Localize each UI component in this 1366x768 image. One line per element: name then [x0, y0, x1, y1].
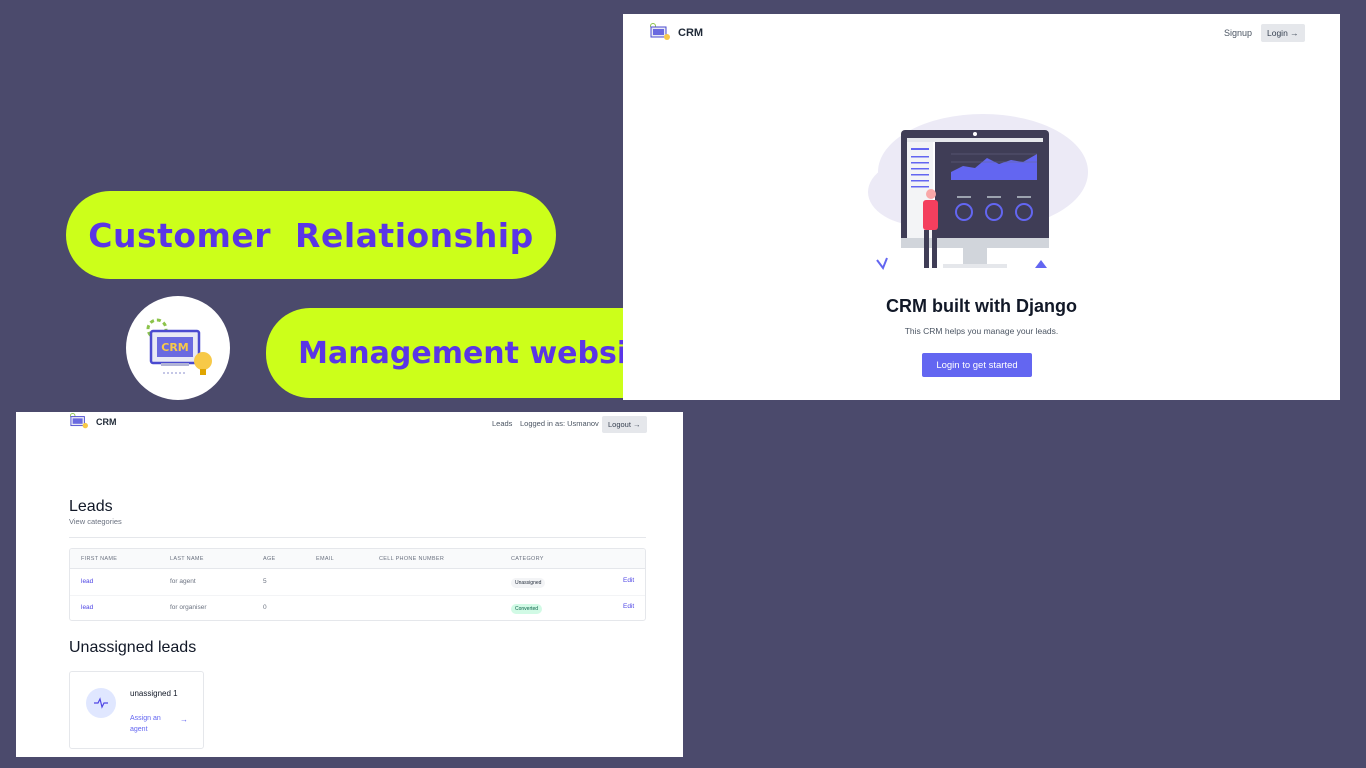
column-header-email: EMAIL	[316, 556, 335, 562]
column-header-cell-phone: CELL PHONE NUMBER	[379, 556, 445, 562]
column-header-age: AGE	[263, 556, 276, 562]
headline-line-2: Management website	[298, 335, 662, 371]
category-badge: Unassigned	[511, 578, 546, 588]
category-badge: Converted	[511, 604, 543, 614]
row-separator	[70, 595, 645, 596]
dashboard-brand[interactable]: CRM	[69, 413, 117, 431]
login-to-get-started-button[interactable]: Login to get started	[922, 353, 1032, 377]
lead-first-name-link[interactable]: lead	[81, 578, 93, 585]
landing-brand[interactable]: CRM	[649, 23, 703, 43]
column-header-category: CATEGORY	[511, 556, 544, 562]
view-categories-link[interactable]: View categories	[69, 517, 122, 526]
crm-logo-badge: CRM	[126, 296, 230, 400]
signup-link[interactable]: Signup	[1224, 28, 1252, 38]
unassigned-lead-title: unassigned 1	[130, 689, 178, 698]
lead-last-name: for agent	[170, 578, 196, 585]
leads-heading: Leads	[69, 498, 113, 515]
lead-age: 5	[263, 578, 267, 585]
leads-table-header: FIRST NAME LAST NAME AGE EMAIL CELL PHON…	[70, 549, 645, 569]
landing-subtitle: This CRM helps you manage your leads.	[904, 326, 1059, 336]
crm-logo-icon: CRM	[146, 318, 212, 375]
activity-icon	[86, 688, 116, 718]
logged-in-user-text: Logged in as: Usmanov	[520, 419, 599, 428]
landing-page-screenshot: CRM Signup Login → CRM built with Django…	[623, 14, 1340, 400]
landing-title: CRM built with Django	[886, 296, 1077, 316]
assign-agent-link[interactable]: Assign an agent	[130, 713, 175, 735]
column-header-first-name: FIRST NAME	[81, 556, 118, 562]
lead-age: 0	[263, 604, 267, 611]
login-button[interactable]: Login →	[1261, 24, 1305, 42]
leads-dashboard-screenshot: CRM Leads Logged in as: Usmanov Logout →…	[16, 412, 683, 757]
logout-button[interactable]: Logout →	[602, 416, 647, 433]
section-divider	[69, 537, 646, 538]
nav-leads-link[interactable]: Leads	[492, 419, 512, 428]
lead-first-name-link[interactable]: lead	[81, 604, 93, 611]
crm-logo-icon	[650, 23, 670, 40]
unassigned-leads-heading: Unassigned leads	[69, 639, 197, 656]
unassigned-lead-card: unassigned 1 Assign an agent →	[69, 671, 204, 749]
headline-line-1: Customer Relationship	[88, 215, 534, 255]
leads-table: FIRST NAME LAST NAME AGE EMAIL CELL PHON…	[69, 548, 646, 621]
lead-last-name: for organiser	[170, 604, 207, 611]
headline-pill-customer-relationship: Customer Relationship	[66, 191, 556, 279]
edit-lead-link[interactable]: Edit	[623, 577, 634, 584]
landing-brand-text: CRM	[678, 27, 704, 39]
column-header-last-name: LAST NAME	[170, 556, 204, 562]
svg-text:CRM: CRM	[161, 341, 189, 354]
dashboard-brand-text: CRM	[96, 417, 117, 427]
edit-lead-link[interactable]: Edit	[623, 603, 634, 610]
crm-logo-icon	[69, 413, 88, 429]
dashboard-monitor-illustration	[868, 114, 1088, 271]
arrow-right-icon[interactable]: →	[180, 715, 188, 724]
